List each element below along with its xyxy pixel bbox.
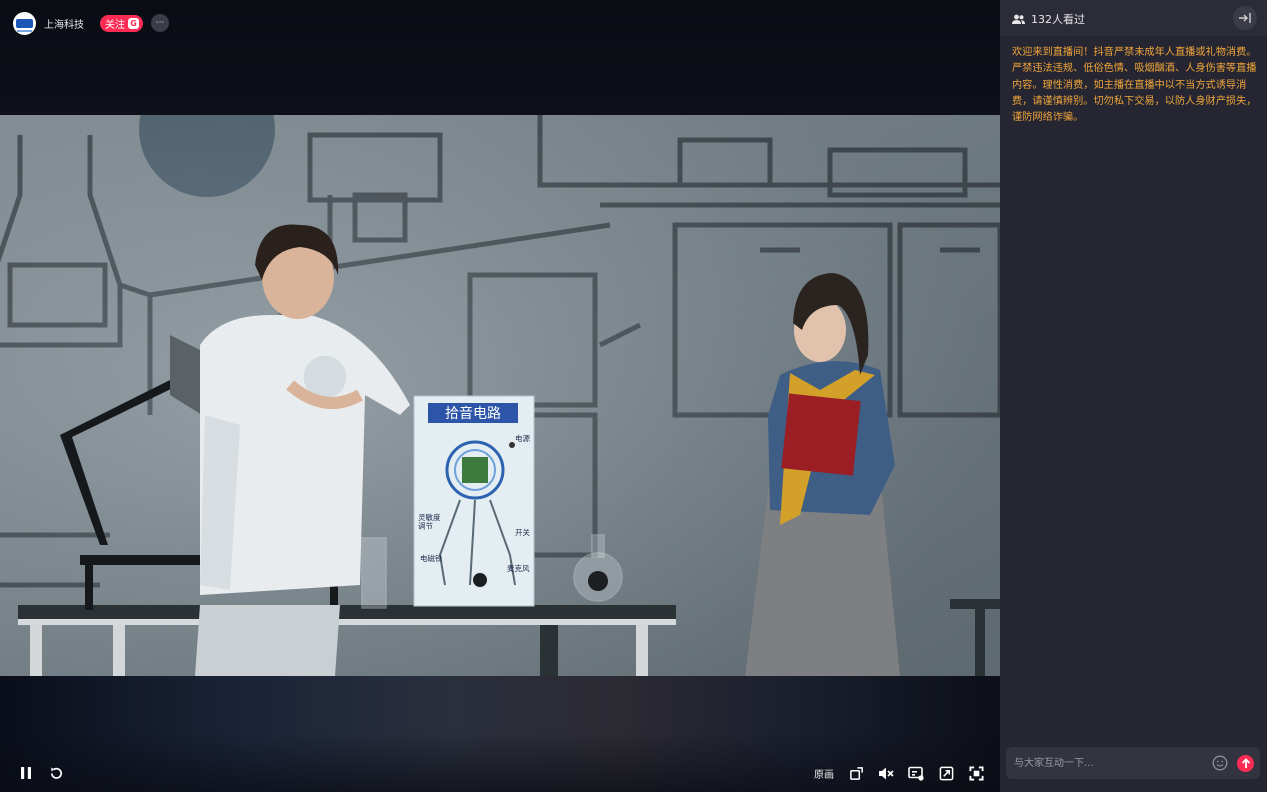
follow-label: 关注 (105, 19, 125, 31)
picture-in-picture-icon[interactable] (938, 765, 954, 781)
chat-panel: 132人看过 欢迎来到直播间！抖音严禁未成年人直播或礼物消费。严禁违法违规、低俗… (1000, 0, 1267, 792)
fullscreen-icon[interactable] (968, 765, 984, 781)
circuit-board: 拾音电路 电源 灵敏度调节 开关 电磁铁 麦克风 (413, 395, 535, 607)
chat-input[interactable] (1006, 747, 1214, 779)
send-button[interactable] (1237, 755, 1254, 772)
pause-icon[interactable] (18, 765, 34, 781)
mute-icon[interactable] (878, 765, 894, 781)
viewer-count: 132人看过 (1012, 11, 1085, 27)
label-mic: 麦克风 (507, 563, 530, 573)
rotate-screen-icon[interactable] (848, 765, 864, 781)
video-frame[interactable]: 拾音电路 电源 灵敏度调节 开关 电磁铁 麦克风 (0, 115, 1000, 676)
stage-scene: 拾音电路 电源 灵敏度调节 开关 电磁铁 麦克风 (0, 115, 1000, 676)
label-coil: 电磁铁 (420, 553, 443, 563)
arrow-up-icon (1241, 758, 1250, 768)
label-switch: 开关 (515, 527, 530, 537)
controls-right: 原画 (814, 765, 984, 781)
collapse-panel-button[interactable] (1233, 6, 1257, 30)
anchor-avatar[interactable] (13, 11, 36, 35)
users-icon (1012, 14, 1025, 24)
anchor-info: 上海科技 关注 G ··· (13, 11, 169, 35)
follow-badge: G (128, 17, 139, 29)
quality-original-button[interactable]: 原画 (814, 766, 834, 781)
viewer-count-text: 132人看过 (1031, 13, 1085, 26)
subtitle-icon[interactable] (908, 765, 924, 781)
label-power: 电源 (515, 433, 530, 443)
collapse-icon (1239, 13, 1251, 23)
refresh-icon[interactable] (48, 765, 64, 781)
video-player[interactable]: 上海科技 关注 G ··· 拾音电路 电源 灵敏度调节 开关 电磁铁 麦克风 原… (0, 0, 1000, 792)
follow-button[interactable]: 关注 G (100, 14, 143, 32)
avatar-logo (16, 18, 33, 32)
more-button[interactable]: ··· (151, 14, 169, 32)
platform-notice: 欢迎来到直播间！抖音严禁未成年人直播或礼物消费。严禁违法违规、低俗色情、吸烟酗酒… (1012, 47, 1257, 124)
chat-input-box (1006, 747, 1260, 779)
emoji-icon[interactable] (1212, 755, 1228, 771)
anchor-name[interactable]: 上海科技 (44, 16, 84, 31)
controls-left (18, 765, 64, 781)
board-title: 拾音电路 (445, 405, 501, 422)
chat-panel-header: 132人看过 (1000, 0, 1267, 36)
